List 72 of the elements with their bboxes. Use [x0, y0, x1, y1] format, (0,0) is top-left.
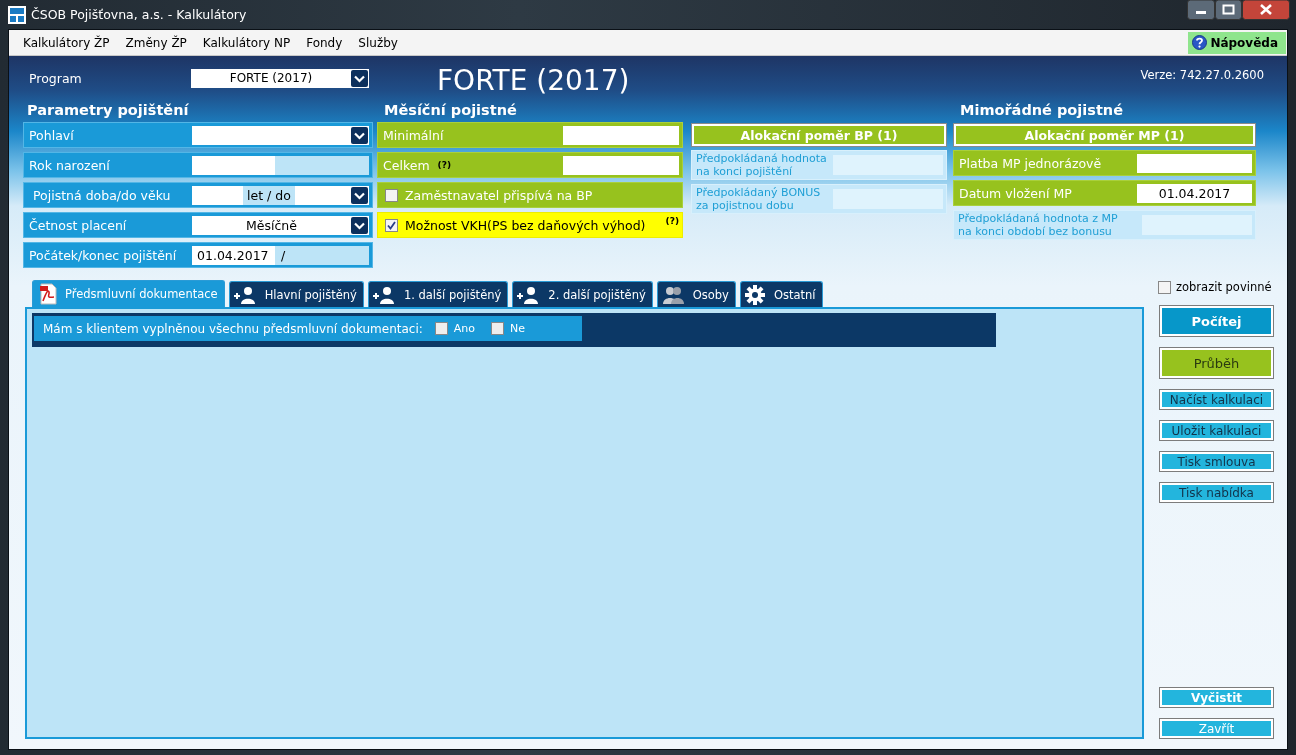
action-button[interactable]: Uložit kalkulaci [1160, 421, 1273, 440]
field-label: Platba MP jednorázově [959, 155, 1103, 171]
window-title: ČSOB Pojišťovna, a.s. - Kalkulátory [31, 7, 248, 22]
action-button[interactable]: Tisk smlouva [1160, 452, 1273, 471]
section-heading: Mimořádné pojistné [959, 101, 1124, 120]
add-person-icon [371, 284, 396, 305]
input-field[interactable]: 01.04.2017 [1137, 183, 1252, 203]
menu-item[interactable]: Kalkulátory ŽP [15, 35, 118, 50]
program-heading: FORTE (2017) [437, 63, 631, 97]
field-label: Rok narození [29, 157, 111, 173]
section-heading: Parametry pojištění [26, 101, 190, 120]
section-heading: Měsíční pojistné [383, 101, 518, 120]
field-label: Počátek/konec pojištění [29, 247, 178, 263]
menu-item[interactable]: Změny ŽP [117, 35, 195, 50]
field-label: Pohlaví [29, 127, 75, 143]
field-label: Předpokládaná hodnota z MP na konci období bez bonusu [958, 212, 1119, 238]
checkbox[interactable] [385, 218, 398, 232]
checkbox-label: Možnost VKH(PS bez daňových výhod) [405, 217, 646, 233]
input-field[interactable] [563, 125, 679, 145]
people-icon [660, 284, 685, 305]
dropdown[interactable] [294, 185, 369, 205]
input-field[interactable] [192, 185, 243, 205]
date-separator: / [280, 247, 286, 263]
action-button[interactable]: Načíst kalkulaci [1160, 390, 1273, 409]
tab[interactable]: Hlavní pojištěný [228, 281, 364, 307]
checkbox[interactable] [1158, 280, 1171, 294]
field-label: Pojistná doba/do věku [32, 187, 172, 203]
input-field[interactable]: 01.04.2017 [192, 245, 275, 265]
add-person-icon [516, 284, 541, 305]
help-icon [1192, 35, 1208, 50]
help-button[interactable]: Nápověda [1188, 31, 1286, 54]
checkbox[interactable] [491, 322, 505, 335]
question-text: Mám s klientem vyplněnou všechnu předsmluvní dokumentaci: [43, 321, 423, 336]
checkbox-label: Ne [510, 322, 526, 335]
input-field[interactable] [563, 155, 679, 175]
minimize-icon[interactable] [1187, 0, 1215, 20]
gear-icon [743, 283, 766, 306]
version-label: Verze: 742.27.0.2600 [1140, 68, 1264, 82]
tab[interactable]: 2. další pojištěný [512, 281, 653, 307]
tab[interactable]: Ostatní [739, 281, 823, 307]
maximize-icon[interactable] [1215, 0, 1242, 20]
unit-label: let / do [243, 185, 295, 205]
program-label: Program [29, 70, 83, 86]
menu-item[interactable]: Fondy [298, 35, 351, 50]
close-icon[interactable] [1242, 0, 1290, 20]
field-label: Datum vložení MP [959, 185, 1073, 201]
help-hint[interactable]: (?) [665, 216, 679, 226]
dropdown[interactable]: Měsíčně [192, 215, 369, 235]
field-label: Četnost placení [29, 217, 128, 233]
input-field[interactable] [192, 155, 275, 175]
help-hint[interactable]: (?) [437, 160, 451, 170]
tab[interactable]: Osoby [656, 281, 736, 307]
add-person-icon [232, 284, 257, 305]
program-select[interactable]: FORTE (2017) [191, 68, 369, 88]
field-label: Předpokládaný BONUS za pojistnou dobu [696, 186, 822, 212]
checkbox[interactable] [385, 188, 398, 202]
checkbox-label: Ano [453, 322, 476, 335]
field-label: Minimální [383, 127, 445, 143]
checkbox[interactable] [434, 322, 448, 335]
field-label: Celkem [383, 157, 430, 173]
field-label: Předpokládaná hodnota na konci pojištění [696, 152, 828, 178]
checkbox-label: zobrazit povinné [1176, 280, 1272, 294]
action-button[interactable]: Tisk nabídka [1160, 483, 1273, 502]
input-field[interactable] [1137, 153, 1252, 173]
dropdown[interactable] [192, 125, 369, 145]
menu-item[interactable]: Kalkulátory NP [194, 35, 299, 50]
app-logo-icon [8, 5, 26, 24]
pdf-icon [37, 283, 59, 305]
checkbox-label: Zaměstnavatel přispívá na BP [405, 187, 593, 203]
menu-item[interactable]: Služby [350, 35, 406, 50]
tab[interactable]: 1. další pojištěný [367, 281, 509, 307]
action-button[interactable]: Průběh [1160, 348, 1273, 378]
